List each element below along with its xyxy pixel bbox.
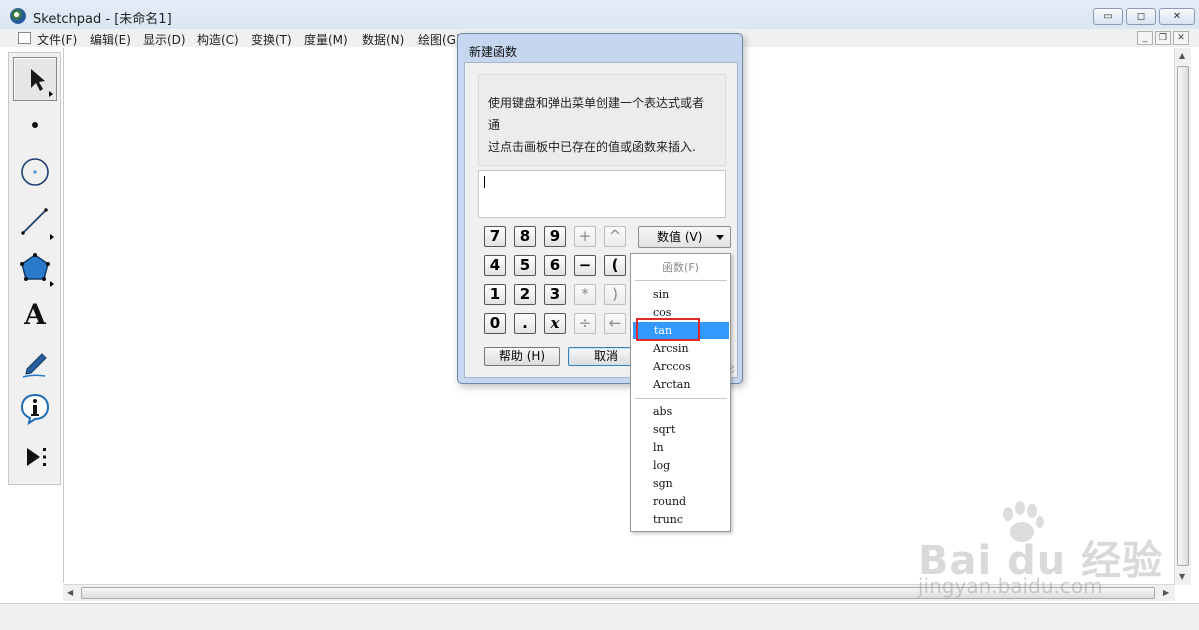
arrow-tool[interactable]	[13, 57, 57, 101]
menu-item-sqrt[interactable]: sqrt	[632, 421, 729, 438]
baidu-watermark: Bai du 经验 jingyan.baidu.com	[918, 501, 1188, 600]
tool-submenu-indicator	[50, 281, 54, 287]
key-backspace[interactable]: ←	[604, 313, 626, 334]
close-button[interactable]: ✕	[1159, 8, 1195, 25]
menu-item-arctan[interactable]: Arctan	[632, 376, 729, 393]
menu-item-trunc[interactable]: trunc	[632, 511, 729, 528]
tool-submenu-indicator	[49, 91, 53, 97]
key-close-paren[interactable]: )	[604, 284, 626, 305]
window-title: Sketchpad - [未命名1]	[33, 12, 172, 27]
key-9[interactable]: 9	[544, 226, 566, 247]
menu-construct[interactable]: 构造(C)	[197, 31, 239, 48]
key-7[interactable]: 7	[484, 226, 506, 247]
menu-separator	[635, 398, 727, 399]
minimize-icon: ▭	[1103, 11, 1113, 22]
menu-item-log[interactable]: log	[632, 457, 729, 474]
menu-item-abs[interactable]: abs	[632, 403, 729, 420]
description-line-2: 过点击画板中已存在的值或函数来插入.	[488, 140, 696, 154]
menu-separator	[635, 280, 727, 281]
toolbox: A	[8, 52, 61, 485]
key-divide[interactable]: ÷	[574, 313, 596, 334]
menu-item-arcsin[interactable]: Arcsin	[632, 340, 729, 357]
custom-tool-icon	[27, 448, 46, 466]
document-icon[interactable]	[18, 32, 31, 44]
menu-item-sin[interactable]: sin	[632, 286, 729, 303]
text-caret	[484, 176, 485, 188]
key-0[interactable]: 0	[484, 313, 506, 334]
compass-tool[interactable]	[13, 150, 57, 194]
info-tool[interactable]	[13, 387, 57, 431]
watermark-url: jingyan.baidu.com	[918, 574, 1103, 598]
key-plus[interactable]: +	[574, 226, 596, 247]
marker-pen-icon	[22, 353, 47, 378]
menu-item-sgn[interactable]: sgn	[632, 475, 729, 492]
function-popup-menu: 函数(F) sin cos tan Arcsin Arccos Arctan a…	[630, 253, 731, 532]
close-icon: ✕	[1172, 11, 1182, 22]
info-icon	[20, 393, 50, 426]
key-multiply[interactable]: *	[574, 284, 596, 305]
polygon-tool[interactable]	[13, 246, 57, 290]
key-1[interactable]: 1	[484, 284, 506, 305]
custom-tool[interactable]	[13, 435, 57, 479]
menu-item-arccos[interactable]: Arccos	[632, 358, 729, 375]
values-button-label: 数值 (V)	[657, 230, 703, 244]
key-decimal[interactable]: .	[514, 313, 536, 334]
values-dropdown-button[interactable]: 数值 (V)	[638, 226, 731, 248]
dropdown-arrow-icon	[716, 235, 724, 240]
menu-graph[interactable]: 绘图(G)	[418, 31, 461, 48]
dialog-description: 使用键盘和弹出菜单创建一个表达式或者通 过点击画板中已存在的值或函数来插入.	[478, 74, 726, 166]
menu-item-round[interactable]: round	[632, 493, 729, 510]
maximize-icon: ◻	[1136, 11, 1146, 22]
tool-submenu-indicator	[50, 234, 54, 240]
key-5[interactable]: 5	[514, 255, 536, 276]
key-3[interactable]: 3	[544, 284, 566, 305]
doc-close-button[interactable]: ✕	[1173, 31, 1189, 45]
key-open-paren[interactable]: (	[604, 255, 626, 276]
menu-edit[interactable]: 编辑(E)	[90, 31, 131, 48]
help-button[interactable]: 帮助 (H)	[484, 347, 560, 366]
key-4[interactable]: 4	[484, 255, 506, 276]
menu-transform[interactable]: 变换(T)	[251, 31, 292, 48]
dialog-title: 新建函数	[469, 45, 518, 59]
doc-restore-button[interactable]: ❐	[1155, 31, 1171, 45]
key-8[interactable]: 8	[514, 226, 536, 247]
key-x-variable[interactable]: x	[544, 313, 566, 334]
scroll-left-icon[interactable]: ◀	[67, 588, 73, 597]
text-tool-icon: A	[24, 298, 46, 331]
description-line-1: 使用键盘和弹出菜单创建一个表达式或者通	[488, 96, 705, 132]
doc-minimize-button[interactable]: _	[1137, 31, 1153, 45]
menu-measure[interactable]: 度量(M)	[304, 31, 348, 48]
expression-input[interactable]	[478, 170, 726, 218]
text-tool[interactable]: A	[13, 293, 57, 337]
menu-data[interactable]: 数据(N)	[362, 31, 404, 48]
status-bar	[0, 603, 1199, 630]
marker-tool[interactable]	[13, 341, 57, 385]
maximize-button[interactable]: ◻	[1126, 8, 1156, 25]
function-menu-header: 函数(F)	[662, 261, 699, 274]
title-bar: Sketchpad - [未命名1] ▭ ◻ ✕	[0, 0, 1199, 32]
key-minus[interactable]: −	[574, 255, 596, 276]
highlight-annotation-box	[636, 318, 700, 341]
menu-display[interactable]: 显示(D)	[143, 31, 186, 48]
menu-file[interactable]: 文件(F)	[37, 31, 77, 48]
menu-item-ln[interactable]: ln	[632, 439, 729, 456]
point-tool[interactable]	[13, 103, 57, 147]
line-tool[interactable]	[13, 199, 57, 243]
point-icon	[32, 122, 38, 128]
compass-circle-icon	[21, 158, 49, 186]
key-power[interactable]: ^	[604, 226, 626, 247]
vertical-scrollbar[interactable]: ▲ ▼	[1174, 48, 1191, 585]
key-2[interactable]: 2	[514, 284, 536, 305]
minimize-button[interactable]: ▭	[1093, 8, 1123, 25]
sketchpad-app-icon	[10, 8, 26, 24]
key-6[interactable]: 6	[544, 255, 566, 276]
scroll-up-icon[interactable]: ▲	[1179, 51, 1185, 60]
vertical-scroll-thumb[interactable]	[1177, 66, 1189, 566]
